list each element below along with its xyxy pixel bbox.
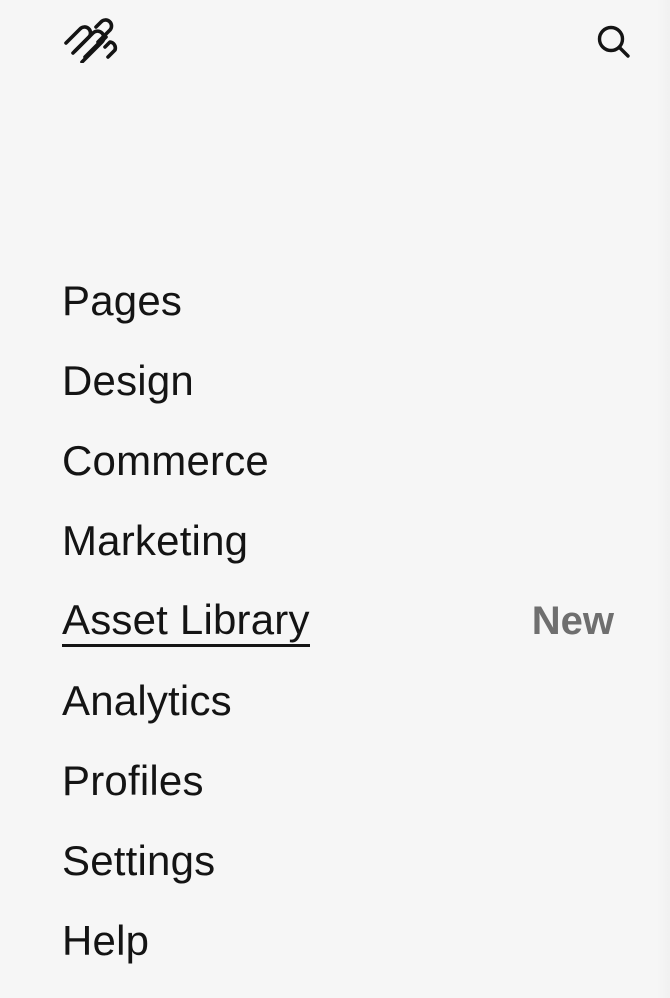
nav-item-label: Marketing bbox=[62, 517, 249, 564]
nav-item-help[interactable]: Help bbox=[62, 901, 614, 981]
nav-item-label: Design bbox=[62, 357, 194, 404]
squarespace-logo-icon[interactable] bbox=[62, 17, 118, 64]
nav-item-commerce[interactable]: Commerce bbox=[62, 421, 614, 501]
nav-item-settings[interactable]: Settings bbox=[62, 821, 614, 901]
nav-item-label: Profiles bbox=[62, 757, 204, 804]
search-icon[interactable] bbox=[594, 21, 632, 59]
nav-item-label: Help bbox=[62, 917, 150, 964]
nav-item-profiles[interactable]: Profiles bbox=[62, 741, 614, 821]
nav-item-design[interactable]: Design bbox=[62, 341, 614, 421]
nav-item-marketing[interactable]: Marketing bbox=[62, 501, 614, 581]
nav-item-analytics[interactable]: Analytics bbox=[62, 661, 614, 741]
nav-item-label: Pages bbox=[62, 277, 183, 324]
nav-item-label: Asset Library bbox=[62, 596, 310, 647]
nav-item-pages[interactable]: Pages bbox=[62, 261, 614, 341]
nav-item-label: Settings bbox=[62, 837, 216, 884]
panel-edge-shadow bbox=[656, 0, 670, 998]
nav-item-label: Analytics bbox=[62, 677, 232, 724]
nav-item-asset-library[interactable]: Asset Library New bbox=[62, 581, 614, 661]
main-nav: Pages Design Commerce Marketing Asset Li… bbox=[62, 261, 614, 981]
nav-item-label: Commerce bbox=[62, 437, 269, 484]
new-badge: New bbox=[531, 599, 614, 643]
